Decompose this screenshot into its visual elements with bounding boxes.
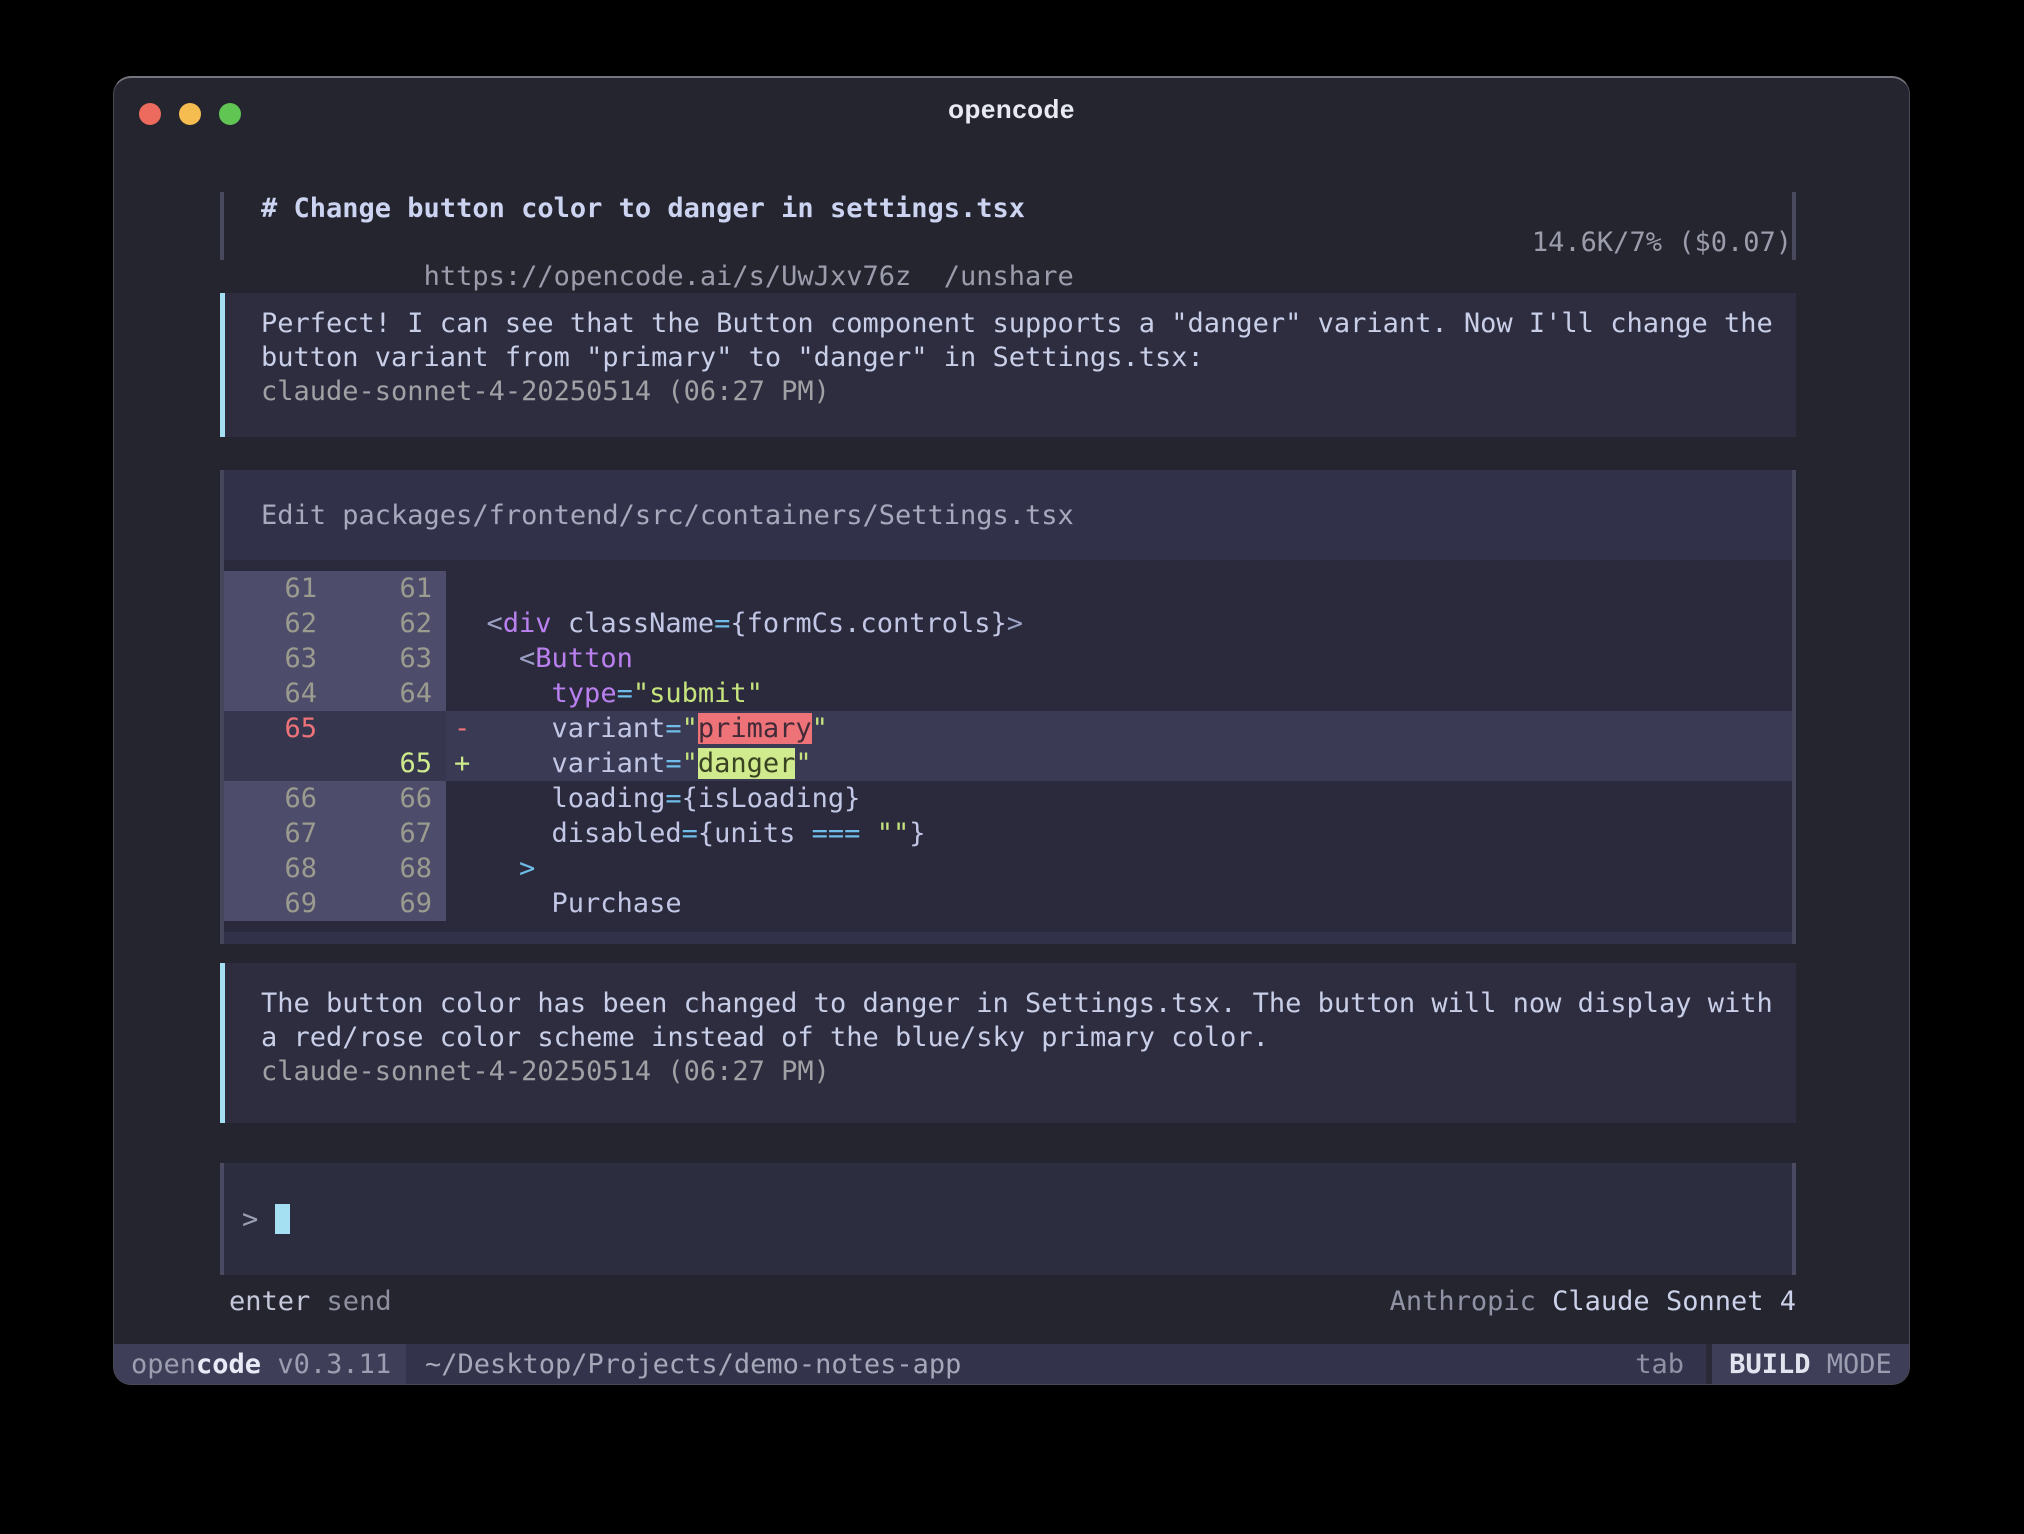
window-title: opencode	[114, 78, 1909, 140]
code-line: loading={isLoading}	[446, 781, 1792, 816]
model-indicator: Claude Sonnet 4	[1552, 1286, 1796, 1317]
app-version: v0.3.11	[261, 1349, 391, 1380]
code-line: Purchase	[446, 886, 1792, 921]
line-number-old: 65	[224, 711, 331, 746]
code-line: <Button	[446, 641, 1792, 676]
code-line: + variant="danger"	[446, 746, 1792, 781]
line-number-old: 62	[224, 606, 331, 641]
tab-key-hint: tab	[1635, 1344, 1706, 1384]
close-button[interactable]	[139, 103, 161, 125]
message-line: The button color has been changed to dan…	[261, 987, 1796, 1021]
diff-row: 6262 <div className={formCs.controls}>	[224, 606, 1792, 641]
line-number-new: 65	[331, 746, 446, 781]
line-number-new: 69	[331, 886, 446, 921]
window-titlebar: opencode	[114, 78, 1909, 140]
model-provider: Anthropic	[1390, 1286, 1553, 1317]
message-line: Perfect! I can see that the Button compo…	[261, 307, 1796, 341]
message-text: The button color has been changed to dan…	[261, 987, 1796, 1055]
statusbar-spacer	[961, 1344, 1635, 1384]
session-title: # Change button color to danger in setti…	[261, 192, 1792, 226]
line-number-new: 62	[331, 606, 446, 641]
code-line: - variant="primary"	[446, 711, 1792, 746]
line-number-new: 63	[331, 641, 446, 676]
line-number-new: 68	[331, 851, 446, 886]
composer-hints: enter send Anthropic Claude Sonnet 4	[220, 1285, 1796, 1319]
send-hint-label: send	[327, 1286, 392, 1317]
line-number-old: 67	[224, 816, 331, 851]
line-number-old: 64	[224, 676, 331, 711]
line-number-old: 63	[224, 641, 331, 676]
text-cursor	[275, 1204, 290, 1234]
line-number-old	[224, 746, 331, 781]
message-line: button variant from "primary" to "danger…	[261, 341, 1796, 375]
line-number-new: 66	[331, 781, 446, 816]
diff-row: 65+ variant="danger"	[224, 746, 1792, 781]
diff-row: 65 - variant="primary"	[224, 711, 1792, 746]
assistant-message: The button color has been changed to dan…	[220, 963, 1796, 1123]
model-meta: claude-sonnet-4-20250514 (06:27 PM)	[261, 375, 1796, 409]
line-number-new: 67	[331, 816, 446, 851]
mode-emphasis: BUILD	[1729, 1349, 1810, 1380]
code-line: <div className={formCs.controls}>	[446, 606, 1792, 641]
diff-viewer: 61616262 <div className={formCs.controls…	[224, 560, 1792, 932]
message-line: a red/rose color scheme instead of the b…	[261, 1021, 1796, 1055]
line-number-old: 69	[224, 886, 331, 921]
brand-prefix: open	[131, 1349, 196, 1380]
line-number-old: 61	[224, 571, 331, 606]
status-bar: opencode v0.3.11 ~/Desktop/Projects/demo…	[114, 1344, 1909, 1384]
mode-indicator[interactable]: BUILD MODE	[1712, 1344, 1909, 1384]
code-line: type="submit"	[446, 676, 1792, 711]
diff-row: 6969 Purchase	[224, 886, 1792, 921]
code-line: >	[446, 851, 1792, 886]
diff-row: 6767 disabled={units === ""}	[224, 816, 1792, 851]
share-url[interactable]: https://opencode.ai/s/UwJxv76z	[424, 261, 912, 292]
cwd-path: ~/Desktop/Projects/demo-notes-app	[425, 1344, 961, 1384]
opencode-window: opencode # Change button color to danger…	[113, 76, 1910, 1385]
unshare-command[interactable]: /unshare	[944, 261, 1074, 292]
code-line	[446, 571, 1792, 606]
tool-call-title: Edit packages/frontend/src/containers/Se…	[224, 499, 1792, 533]
diff-row: 6363 <Button	[224, 641, 1792, 676]
diff-row: 6464 type="submit"	[224, 676, 1792, 711]
assistant-message: Perfect! I can see that the Button compo…	[220, 293, 1796, 437]
line-number-old: 68	[224, 851, 331, 886]
app-brand: opencode v0.3.11	[114, 1344, 406, 1384]
enter-key-hint: enter	[229, 1286, 310, 1317]
minimize-button[interactable]	[179, 103, 201, 125]
prompt-symbol: >	[242, 1204, 258, 1235]
zoom-button[interactable]	[219, 103, 241, 125]
tool-call-block: Edit packages/frontend/src/containers/Se…	[220, 470, 1796, 944]
diff-row: 6666 loading={isLoading}	[224, 781, 1792, 816]
model-meta: claude-sonnet-4-20250514 (06:27 PM)	[261, 1055, 1796, 1089]
line-number-new: 64	[331, 676, 446, 711]
prompt-input[interactable]: >	[220, 1163, 1796, 1275]
context-stats: 14.6K/7% ($0.07)	[1532, 226, 1792, 260]
diff-row: 6868 >	[224, 851, 1792, 886]
traffic-lights	[139, 103, 241, 125]
spacer	[911, 261, 944, 292]
line-number-old: 66	[224, 781, 331, 816]
session-content: # Change button color to danger in setti…	[114, 140, 1909, 1344]
brand-suffix: code	[196, 1349, 261, 1380]
line-number-new: 61	[331, 571, 446, 606]
code-line: disabled={units === ""}	[446, 816, 1792, 851]
message-text: Perfect! I can see that the Button compo…	[261, 307, 1796, 375]
diff-row: 6161	[224, 571, 1792, 606]
mode-label: MODE	[1811, 1349, 1892, 1380]
line-number-new	[331, 711, 446, 746]
hint-space	[310, 1286, 326, 1317]
session-header: # Change button color to danger in setti…	[220, 192, 1796, 260]
